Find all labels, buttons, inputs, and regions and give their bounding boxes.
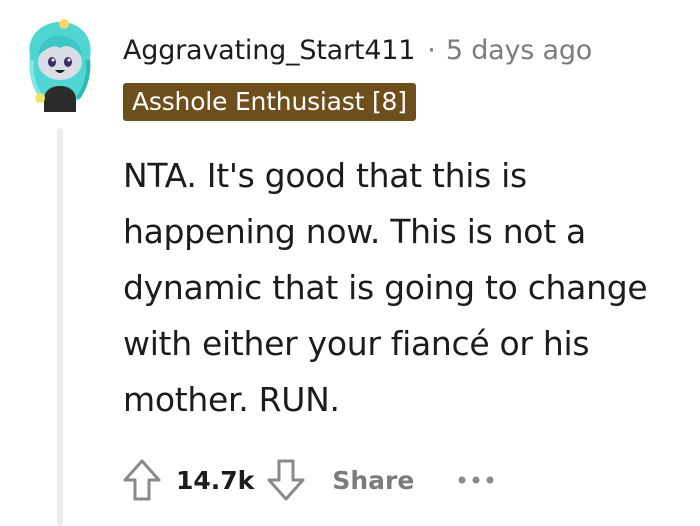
more-options-button[interactable]: [454, 470, 498, 490]
avatar[interactable]: [22, 16, 98, 112]
thread-line[interactable]: [57, 128, 63, 526]
comment-body-line: dynamic that is going to change: [123, 268, 648, 307]
comment-body-line: NTA. It's good that this is: [123, 156, 527, 195]
username-link[interactable]: Aggravating_Start411: [123, 35, 415, 66]
timestamp[interactable]: 5 days ago: [446, 35, 592, 66]
downvote-button[interactable]: [262, 456, 310, 504]
vote-score: 14.7k: [176, 465, 255, 495]
comment-body-line: happening now. This is not a: [123, 212, 586, 251]
comment-body-line: with either your fiancé or his: [123, 324, 590, 363]
comment-actions: 14.7k Share: [118, 452, 498, 508]
arrow-down-icon: [267, 459, 305, 501]
comment-meta: Aggravating_Start411 · 5 days ago: [123, 30, 592, 70]
more-horizontal-icon: [458, 476, 494, 484]
comment: Aggravating_Start411 · 5 days ago Asshol…: [0, 0, 700, 526]
meta-separator: ·: [427, 34, 436, 66]
user-flair: Asshole Enthusiast [8]: [123, 83, 416, 121]
share-button[interactable]: Share: [332, 466, 414, 495]
arrow-up-icon: [123, 459, 161, 501]
comment-body-line: mother. RUN.: [123, 380, 340, 419]
snoo-avatar-icon: [29, 19, 91, 112]
comment-body: NTA. It's good that this is happening no…: [123, 148, 683, 428]
upvote-button[interactable]: [118, 456, 166, 504]
